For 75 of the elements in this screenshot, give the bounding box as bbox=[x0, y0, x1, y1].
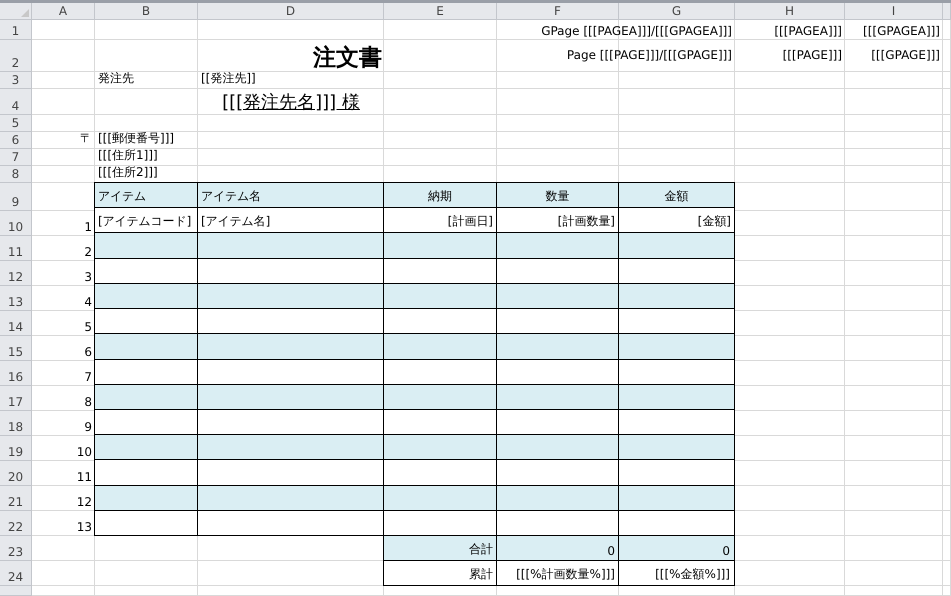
total-label: 合計 bbox=[469, 541, 493, 558]
row-header[interactable]: 19 bbox=[0, 436, 32, 461]
line-number: 6 bbox=[84, 345, 92, 359]
table-cell: [[[%金額%]]] bbox=[655, 566, 730, 583]
row-header[interactable]: 20 bbox=[0, 461, 32, 486]
column-heading: アイテム名 bbox=[201, 188, 261, 206]
row-header[interactable]: 4 bbox=[0, 89, 32, 115]
row-header[interactable]: 16 bbox=[0, 361, 32, 386]
table-cell: 0 bbox=[607, 544, 615, 558]
row-header[interactable]: 21 bbox=[0, 486, 32, 511]
row-header[interactable]: 7 bbox=[0, 149, 32, 166]
row-header[interactable]: 2 bbox=[0, 40, 32, 72]
page-label: GPage [[[PAGEA]]]/[[[GPAGEA]]] bbox=[541, 24, 732, 38]
column-header[interactable]: G bbox=[619, 3, 735, 20]
row-header[interactable]: 14 bbox=[0, 311, 32, 336]
page-field: [[[PAGE]]] bbox=[782, 48, 842, 62]
row-header[interactable]: 23 bbox=[0, 536, 32, 561]
row-header[interactable]: 15 bbox=[0, 336, 32, 361]
line-number: 13 bbox=[76, 520, 92, 534]
postal-mark: 〒 bbox=[80, 130, 92, 147]
page-field: [[[GPAGEA]]] bbox=[863, 24, 940, 38]
column-header[interactable]: A bbox=[32, 3, 95, 20]
line-number: 9 bbox=[84, 420, 92, 434]
row-header[interactable]: 24 bbox=[0, 561, 32, 586]
column-header[interactable]: H bbox=[735, 3, 845, 20]
column-header[interactable]: E bbox=[384, 3, 497, 20]
row-header[interactable]: 13 bbox=[0, 286, 32, 311]
column-header[interactable]: I bbox=[845, 3, 943, 20]
line-number: 8 bbox=[84, 395, 92, 409]
page-field: [[[PAGEA]]] bbox=[774, 24, 842, 38]
address-line: [[[住所2]]] bbox=[98, 164, 158, 181]
column-heading: 金額 bbox=[664, 188, 688, 206]
column-header[interactable]: B bbox=[95, 3, 198, 20]
line-number: 10 bbox=[76, 445, 92, 459]
document-title: 注文書 bbox=[313, 44, 382, 72]
line-number: 12 bbox=[76, 495, 92, 509]
line-number: 4 bbox=[84, 295, 92, 309]
line-number: 3 bbox=[84, 270, 92, 284]
row-header[interactable]: 11 bbox=[0, 236, 32, 261]
line-number: 7 bbox=[84, 370, 92, 384]
row-header[interactable]: 22 bbox=[0, 511, 32, 536]
supplier-name: [[[発注先名]]] 様 bbox=[222, 91, 360, 115]
row-header[interactable]: 17 bbox=[0, 386, 32, 411]
page-field: [[[GPAGE]]] bbox=[871, 48, 940, 62]
page-label: Page [[[PAGE]]]/[[[GPAGE]]] bbox=[566, 48, 732, 62]
row-header[interactable]: 3 bbox=[0, 72, 32, 89]
row-header[interactable]: 9 bbox=[0, 183, 32, 211]
row-header[interactable]: 18 bbox=[0, 411, 32, 436]
column-heading: 数量 bbox=[546, 188, 570, 206]
column-heading: アイテム bbox=[98, 188, 146, 206]
table-cell: [金額] bbox=[698, 213, 731, 230]
column-header[interactable]: F bbox=[497, 3, 619, 20]
supplier-label: 発注先 bbox=[98, 70, 134, 87]
table-cell: [アイテム名] bbox=[201, 213, 270, 230]
column-header[interactable]: D bbox=[198, 3, 384, 20]
total-label: 累計 bbox=[469, 566, 493, 583]
row-header[interactable]: 6 bbox=[0, 132, 32, 149]
table-cell: [計画日] bbox=[448, 213, 493, 230]
row-header[interactable]: 5 bbox=[0, 115, 32, 132]
postal-code: [[[郵便番号]]] bbox=[98, 130, 174, 147]
supplier-code: [[発注先]] bbox=[201, 70, 256, 87]
table-cell: [[[%計画数量%]]] bbox=[516, 566, 615, 583]
line-number: 11 bbox=[76, 470, 92, 484]
line-number: 5 bbox=[84, 320, 92, 334]
address-line: [[[住所1]]] bbox=[98, 147, 158, 164]
row-header[interactable]: 1 bbox=[0, 20, 32, 40]
table-cell: 0 bbox=[722, 544, 730, 558]
table-cell: [アイテムコード] bbox=[98, 213, 192, 230]
row-header[interactable]: 8 bbox=[0, 166, 32, 183]
line-number: 1 bbox=[84, 220, 92, 234]
line-number: 2 bbox=[84, 245, 92, 259]
row-header[interactable]: 12 bbox=[0, 261, 32, 286]
table-cell: [計画数量] bbox=[558, 213, 615, 230]
row-header[interactable]: 10 bbox=[0, 211, 32, 236]
column-heading: 納期 bbox=[428, 188, 452, 206]
